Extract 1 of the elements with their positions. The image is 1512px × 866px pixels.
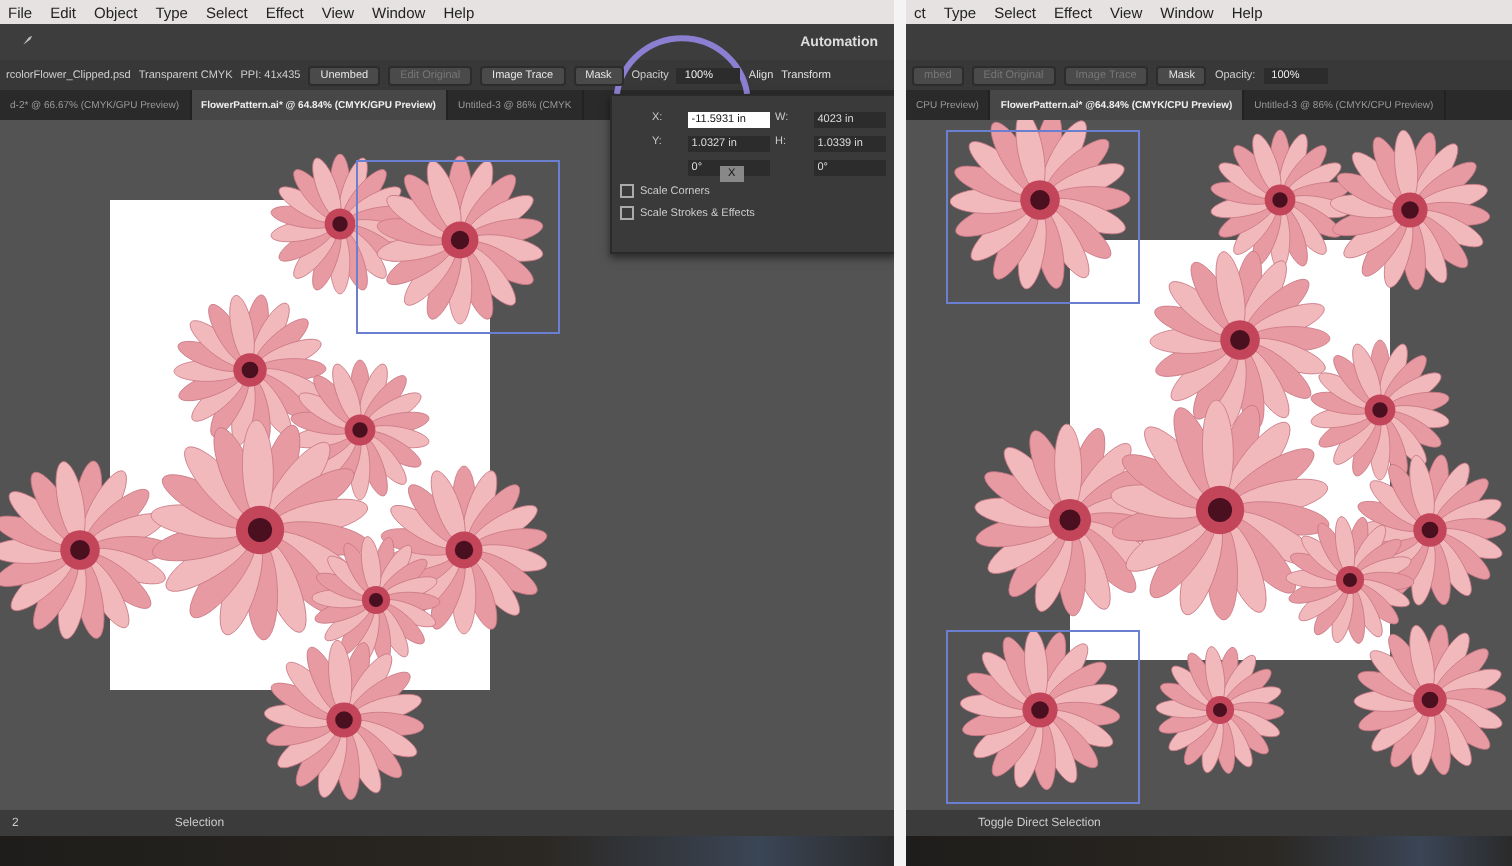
- highlight-arc: [612, 34, 752, 94]
